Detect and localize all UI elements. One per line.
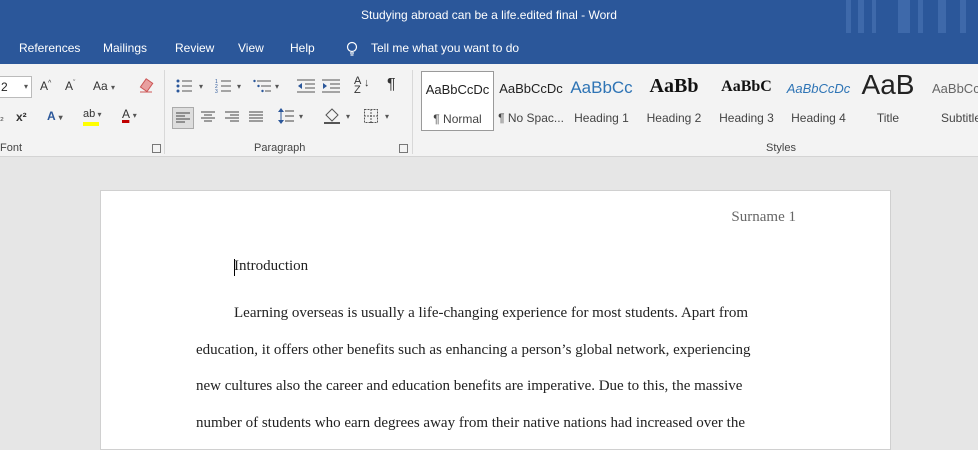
style-preview: AaBbCcDc [425, 82, 490, 97]
paragraph-line[interactable]: Learning overseas is usually a life-chan… [234, 305, 844, 322]
style-name: Heading 4 [791, 111, 846, 125]
font-color-icon[interactable]: A ▾ [122, 107, 137, 121]
highlight-color-swatch [83, 122, 99, 126]
style-no-spacing[interactable]: AaBbCcDc ¶ No Spac... [496, 71, 566, 131]
align-right-icon[interactable] [225, 111, 239, 123]
style-name: Heading 1 [574, 111, 629, 125]
style-preview: AaBbCc [932, 81, 978, 96]
tell-me-search[interactable]: Tell me what you want to do [371, 41, 519, 55]
shrink-font-icon[interactable]: Aˇ [65, 79, 75, 93]
style-heading-3[interactable]: AaBbC Heading 3 [713, 71, 780, 131]
align-center-icon[interactable] [201, 111, 215, 123]
tab-help[interactable]: Help [290, 41, 315, 55]
paragraph-line[interactable]: number of students who earn degrees away… [196, 415, 806, 432]
style-preview: AaBbCc [570, 78, 633, 97]
shading-icon[interactable] [323, 108, 341, 124]
chevron-down-icon[interactable]: ▾ [299, 112, 303, 121]
chevron-down-icon[interactable]: ▾ [346, 112, 350, 121]
style-preview: AaB [861, 71, 915, 100]
grow-font-icon[interactable]: A^ [40, 79, 51, 93]
document-page[interactable]: Surname 1 Introduction Learning overseas… [100, 190, 891, 450]
tab-mailings[interactable]: Mailings [103, 41, 147, 55]
title-bar: Studying abroad can be a life.edited fin… [0, 0, 978, 33]
style-title[interactable]: AaB Title [856, 71, 920, 131]
font-dialog-launcher[interactable] [152, 144, 161, 153]
font-group-label: Font [0, 142, 23, 154]
style-heading-4[interactable]: AaBbCcDc Heading 4 [785, 71, 852, 131]
title-bar-pattern [838, 0, 978, 33]
styles-group-label: Styles [766, 142, 796, 154]
borders-icon[interactable] [364, 109, 378, 123]
chevron-down-icon[interactable]: ▾ [199, 82, 203, 91]
chevron-down-icon[interactable]: ▾ [237, 82, 241, 91]
subscript-icon[interactable]: ₂ [0, 112, 4, 123]
decrease-indent-icon[interactable] [297, 79, 315, 93]
style-preview: AaBbCcDc [786, 81, 851, 96]
paragraph-dialog-launcher[interactable] [399, 144, 408, 153]
font-size-value: 2 [1, 80, 8, 94]
lightbulb-icon[interactable] [345, 41, 359, 57]
line-spacing-icon[interactable] [278, 108, 294, 124]
show-formatting-marks-icon[interactable]: ¶ [387, 76, 396, 94]
align-left-icon [176, 112, 190, 123]
ribbon: 2 ▾ A^ Aˇ Aa ▾ ₂ x² A ▾ ab ▾ A ▾ Font ▾ … [0, 64, 978, 157]
style-normal[interactable]: AaBbCcDc ¶ Normal [421, 71, 494, 131]
change-case-icon[interactable]: Aa ▾ [93, 79, 115, 93]
increase-indent-icon[interactable] [322, 79, 340, 93]
style-name: Heading 3 [719, 111, 774, 125]
tab-review[interactable]: Review [175, 41, 214, 55]
highlight-icon[interactable]: ab ▾ [83, 106, 102, 126]
style-name: Subtitle [941, 111, 978, 125]
style-subtitle[interactable]: AaBbCc Subtitle [924, 71, 978, 131]
bullets-icon[interactable] [176, 79, 192, 93]
paragraph-line[interactable]: new cultures also the career and educati… [196, 378, 806, 395]
chevron-down-icon[interactable]: ▾ [385, 112, 389, 121]
tab-view[interactable]: View [238, 41, 264, 55]
tab-references[interactable]: References [19, 41, 80, 55]
clear-formatting-icon[interactable] [138, 78, 154, 94]
multilevel-list-icon[interactable] [253, 79, 271, 93]
style-name: ¶ Normal [433, 112, 482, 126]
page-header: Surname 1 [731, 209, 796, 225]
style-name: Title [876, 111, 900, 125]
text-effects-icon[interactable]: A ▾ [47, 109, 63, 123]
style-name: ¶ No Spac... [498, 111, 564, 125]
style-heading-2[interactable]: AaBb Heading 2 [639, 71, 709, 131]
sort-icon[interactable]: A Z ↓ [354, 76, 370, 96]
superscript-icon[interactable]: x² [16, 110, 27, 124]
font-size-box[interactable]: 2 ▾ [0, 76, 32, 98]
chevron-down-icon[interactable]: ▾ [275, 82, 279, 91]
divider [164, 70, 165, 154]
styles-gallery: AaBbCcDc ¶ Normal AaBbCcDc ¶ No Spac... … [421, 71, 978, 133]
chevron-down-icon: ▾ [23, 82, 28, 91]
style-preview: AaBb [649, 75, 699, 97]
document-heading[interactable]: Introduction [234, 258, 308, 275]
numbering-icon[interactable]: 123 [215, 79, 231, 93]
style-name: Heading 2 [646, 111, 702, 125]
style-preview: AaBbCcDc [499, 81, 563, 96]
align-left-button[interactable] [172, 107, 194, 129]
paragraph-group-label: Paragraph [254, 142, 306, 154]
style-preview: AaBbC [721, 78, 772, 95]
divider [412, 70, 413, 154]
ribbon-tabs: References Mailings Review View Help Tel… [0, 33, 978, 64]
justify-icon[interactable] [249, 111, 263, 123]
svg-text:3: 3 [215, 89, 218, 93]
paragraph-line[interactable]: education, it offers other benefits such… [196, 342, 806, 359]
style-heading-1[interactable]: AaBbCc Heading 1 [569, 71, 634, 131]
document-area[interactable]: Surname 1 Introduction Learning overseas… [0, 157, 978, 450]
window-title: Studying abroad can be a life.edited fin… [361, 8, 617, 22]
